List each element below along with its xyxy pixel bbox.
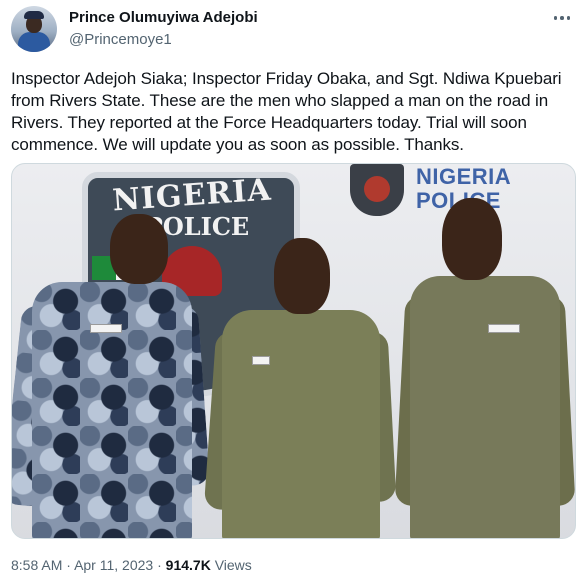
views-count: 914.7K bbox=[165, 557, 211, 573]
author-name[interactable]: Prince Olumuyiwa Adejobi bbox=[69, 9, 258, 26]
tweet-time: 8:58 AM bbox=[11, 557, 63, 573]
separator-dot: · bbox=[157, 557, 162, 573]
author-handle[interactable]: @Princemoye1 bbox=[69, 31, 172, 48]
more-horizontal-icon bbox=[552, 16, 572, 20]
tweet-photo[interactable]: NIGERIA POLICE NIGERIA POLICE bbox=[11, 163, 576, 539]
author-avatar[interactable] bbox=[11, 6, 57, 52]
officer-right bbox=[392, 164, 575, 538]
tweet: Prince Olumuyiwa Adejobi @Princemoye1 In… bbox=[0, 0, 588, 576]
officer-left bbox=[12, 164, 212, 538]
avatar-uniform bbox=[18, 32, 50, 52]
tweet-timestamp[interactable]: 8:58 AM · Apr 11, 2023 · 914.7K Views bbox=[11, 557, 252, 573]
officer-center bbox=[202, 164, 402, 538]
more-options-button[interactable] bbox=[550, 8, 574, 28]
avatar-cap bbox=[24, 11, 44, 19]
separator-dot: · bbox=[66, 557, 71, 573]
tweet-text: Inspector Adejoh Siaka; Inspector Friday… bbox=[11, 69, 562, 154]
tweet-date: Apr 11, 2023 bbox=[74, 557, 154, 573]
views-label: Views bbox=[214, 557, 252, 573]
